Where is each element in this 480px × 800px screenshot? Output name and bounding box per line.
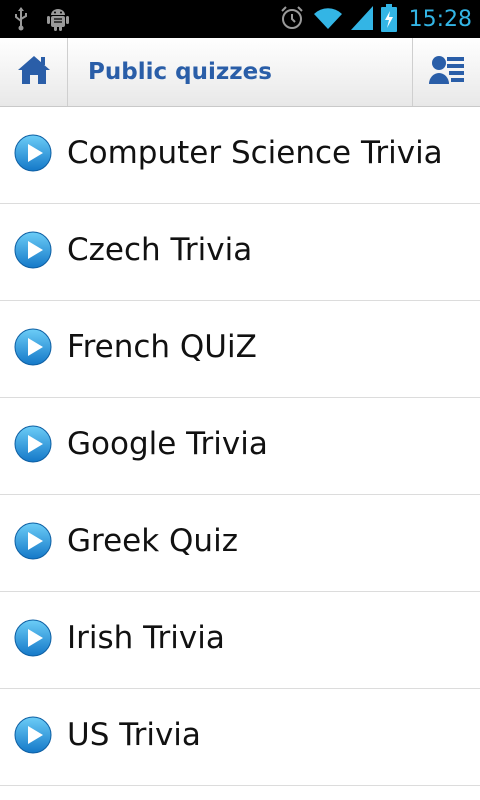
list-item[interactable]: Google Trivia <box>0 398 480 495</box>
list-item[interactable]: US Trivia <box>0 689 480 786</box>
battery-charging-icon <box>380 4 397 36</box>
status-bar-left-icons <box>14 6 70 36</box>
list-item[interactable]: Czech Trivia <box>0 204 480 301</box>
home-icon <box>16 54 52 90</box>
play-icon <box>14 425 52 463</box>
wifi-icon <box>313 6 343 34</box>
alarm-icon <box>279 5 305 35</box>
quiz-label: Irish Trivia <box>67 620 225 656</box>
quiz-label: Google Trivia <box>67 426 268 462</box>
action-bar: Public quizzes <box>0 38 480 107</box>
list-item[interactable]: French QUiZ <box>0 301 480 398</box>
play-icon <box>14 134 52 172</box>
quiz-label: Czech Trivia <box>67 232 253 268</box>
play-icon <box>14 328 52 366</box>
status-bar-clock: 15:28 <box>408 7 472 32</box>
user-list-icon <box>428 54 465 90</box>
quiz-label: French QUiZ <box>67 329 257 365</box>
status-bar-right-icons: 15:28 <box>279 4 472 36</box>
user-list-button[interactable] <box>412 38 480 106</box>
play-icon <box>14 619 52 657</box>
play-icon <box>14 231 52 269</box>
quiz-label: Greek Quiz <box>67 523 238 559</box>
quiz-label: Computer Science Trivia <box>67 135 443 171</box>
list-item[interactable]: Computer Science Trivia <box>0 107 480 204</box>
quiz-label: US Trivia <box>67 717 201 753</box>
play-icon <box>14 716 52 754</box>
quiz-list: Computer Science Trivia Czech Trivia Fre… <box>0 107 480 786</box>
android-debug-icon <box>46 6 70 36</box>
play-icon <box>14 522 52 560</box>
status-bar: 15:28 <box>0 0 480 38</box>
signal-icon <box>350 6 373 34</box>
list-item[interactable]: Greek Quiz <box>0 495 480 592</box>
page-title: Public quizzes <box>88 59 272 85</box>
home-button[interactable] <box>0 38 68 106</box>
list-item[interactable]: Irish Trivia <box>0 592 480 689</box>
usb-icon <box>14 7 28 35</box>
